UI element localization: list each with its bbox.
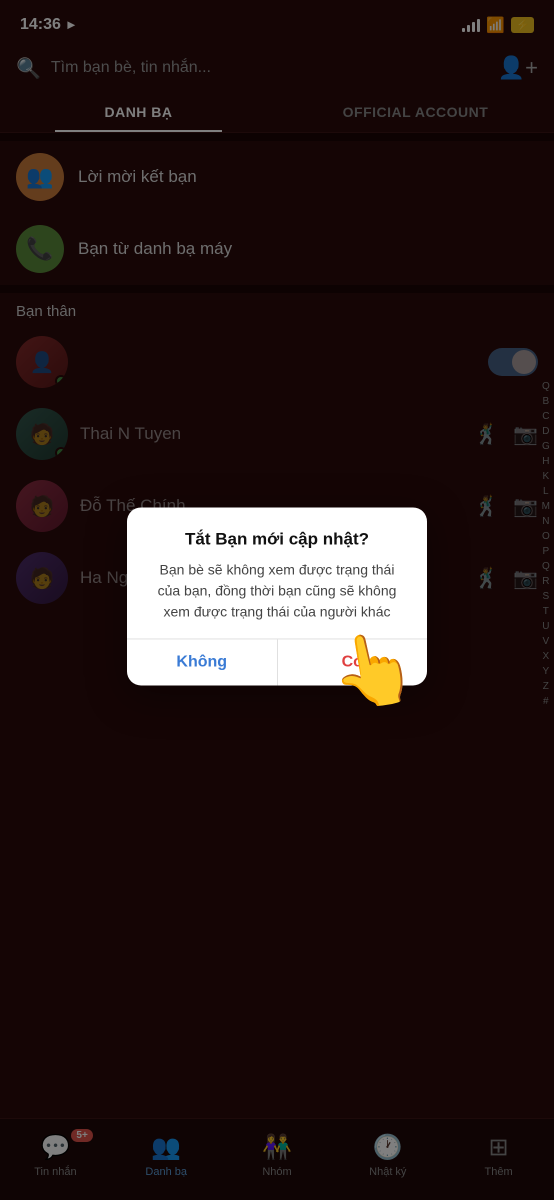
dialog-no-button[interactable]: Không [127,639,278,685]
dialog-message: Bạn bè sẽ không xem được trạng thái của … [147,559,407,622]
dialog-body: Tắt Bạn mới cập nhật? Bạn bè sẽ không xe… [127,507,427,638]
confirmation-dialog: Tắt Bạn mới cập nhật? Bạn bè sẽ không xe… [127,507,427,685]
dialog-yes-button[interactable]: Có [278,639,428,685]
dialog-buttons: Không Có [127,638,427,685]
dialog-title: Tắt Bạn mới cập nhật? [147,529,407,549]
